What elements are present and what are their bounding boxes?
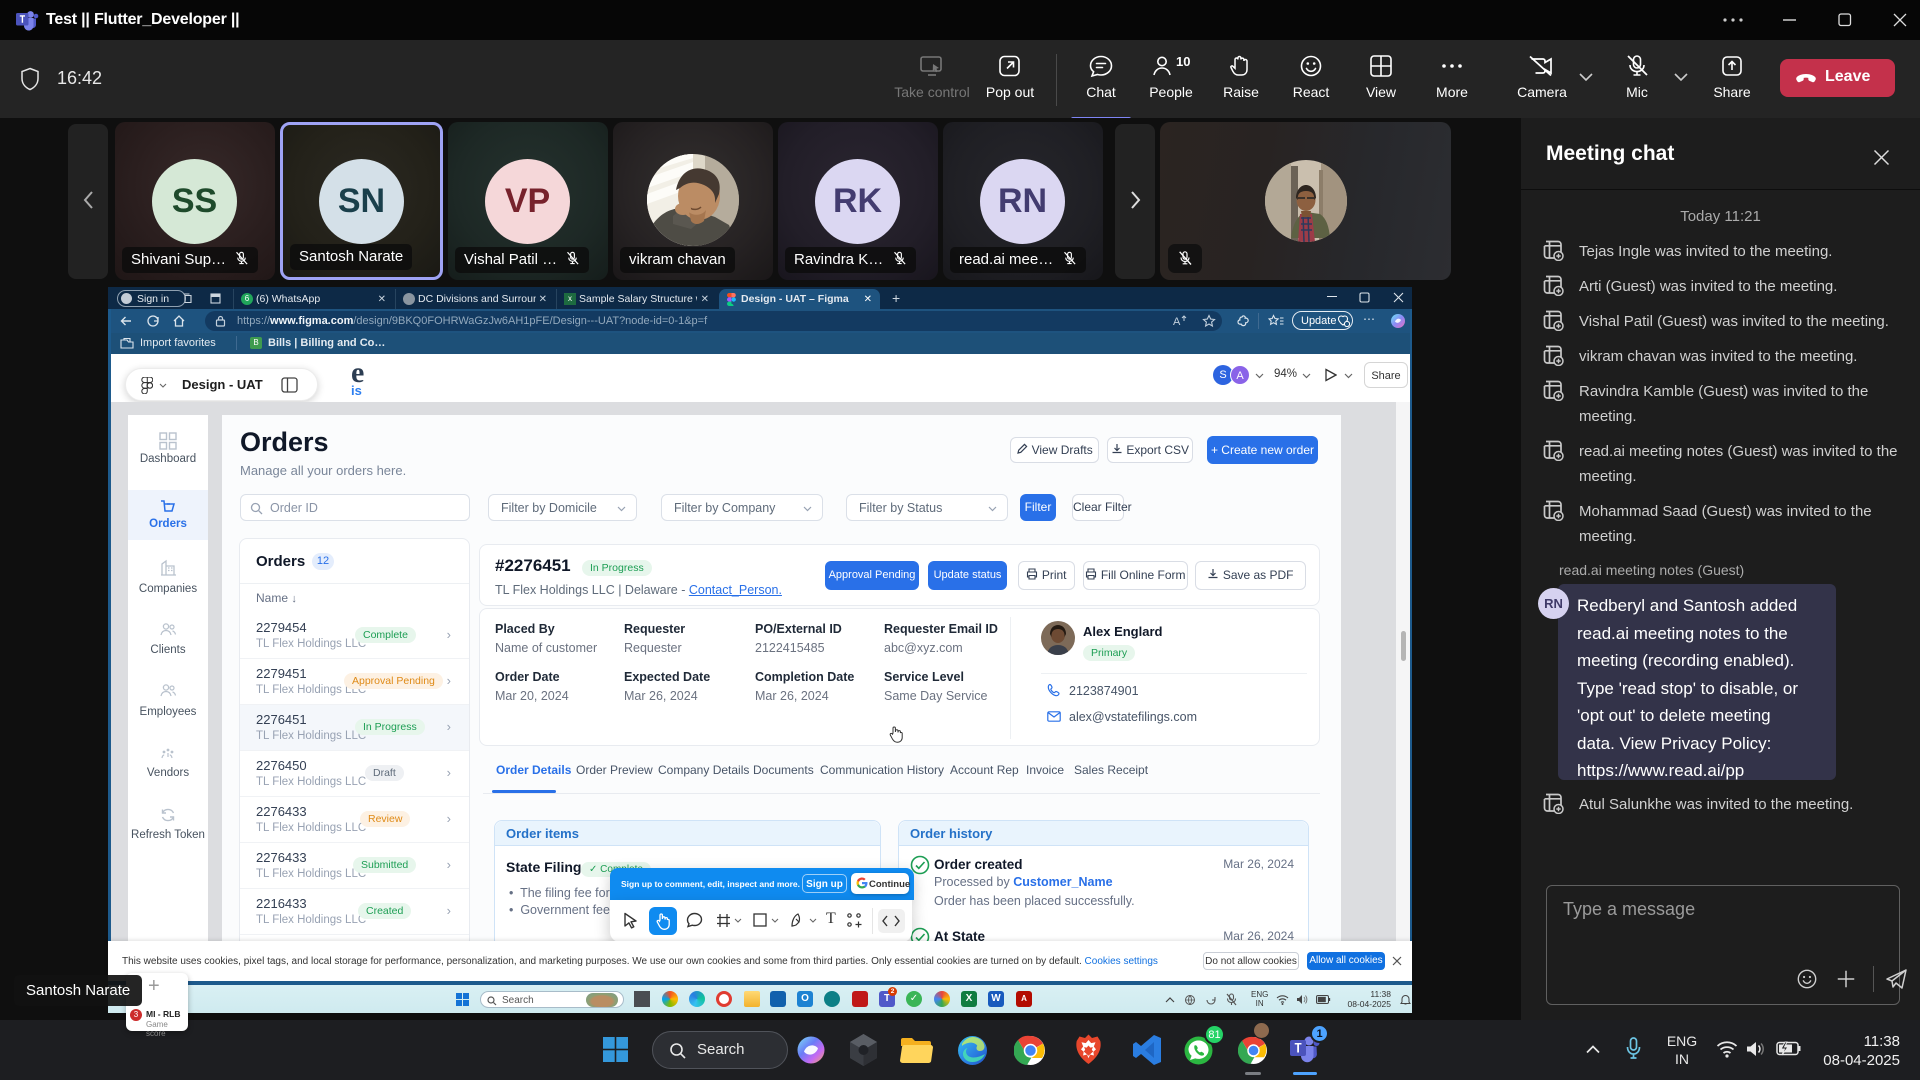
svg-text:10: 10 bbox=[1176, 54, 1190, 69]
svg-text:A: A bbox=[1173, 316, 1181, 327]
